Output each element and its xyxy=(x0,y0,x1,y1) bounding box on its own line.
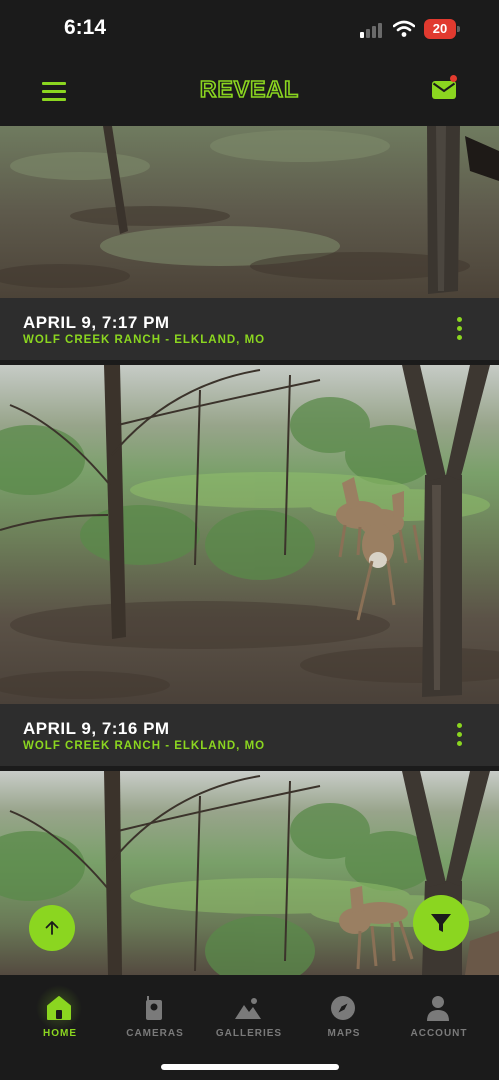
photo-date: APRIL 9, 7:17 PM xyxy=(23,313,170,332)
wifi-icon xyxy=(392,20,416,38)
photo-location: WOLF CREEK RANCH - ELKLAND, MO xyxy=(23,334,266,346)
compass-icon xyxy=(328,993,358,1023)
app-header: REVEAL xyxy=(0,60,499,126)
tab-label: MAPS xyxy=(327,1028,361,1039)
battery-icon: 20 xyxy=(424,19,460,39)
more-options-icon[interactable] xyxy=(452,723,468,749)
app-logo: REVEAL xyxy=(199,75,300,103)
camera-icon xyxy=(139,993,169,1023)
cellular-signal-icon xyxy=(360,22,384,38)
photo-caption[interactable]: APRIL 9, 7:16 PM WOLF CREEK RANCH - ELKL… xyxy=(0,704,499,766)
home-icon xyxy=(44,993,74,1023)
photo-feed[interactable]: APRIL 9, 7:17 PM WOLF CREEK RANCH - ELKL… xyxy=(0,126,499,975)
filter-icon xyxy=(431,914,451,932)
filter-button[interactable] xyxy=(413,895,469,951)
tab-label: ACCOUNT xyxy=(410,1028,468,1039)
photo-location: WOLF CREEK RANCH - ELKLAND, MO xyxy=(23,740,266,752)
tab-label: GALLERIES xyxy=(215,1028,283,1039)
home-indicator xyxy=(161,1064,339,1070)
tab-galleries[interactable]: GALLERIES xyxy=(199,993,299,1053)
arrow-up-icon xyxy=(45,921,59,935)
trail-camera-photo[interactable] xyxy=(0,126,499,298)
status-time: 6:14 xyxy=(64,16,107,39)
tab-maps[interactable]: MAPS xyxy=(294,993,394,1053)
status-bar: 6:14 20 xyxy=(0,0,499,60)
tab-account[interactable]: ACCOUNT xyxy=(389,993,489,1053)
tab-home[interactable]: HOME xyxy=(10,985,110,1053)
photo-date: APRIL 9, 7:16 PM xyxy=(23,719,170,738)
tab-cameras[interactable]: CAMERAS xyxy=(105,993,205,1053)
notification-badge xyxy=(450,75,457,82)
inbox-button[interactable] xyxy=(430,74,460,104)
person-icon xyxy=(423,993,453,1023)
battery-level: 20 xyxy=(424,19,456,39)
trail-camera-photo[interactable] xyxy=(0,365,499,704)
gallery-icon xyxy=(233,993,263,1023)
more-options-icon[interactable] xyxy=(452,317,468,343)
tab-label: CAMERAS xyxy=(126,1028,184,1039)
photo-caption[interactable]: APRIL 9, 7:17 PM WOLF CREEK RANCH - ELKL… xyxy=(0,298,499,360)
tab-label: HOME xyxy=(43,1028,77,1039)
scroll-to-top-button[interactable] xyxy=(29,905,75,951)
